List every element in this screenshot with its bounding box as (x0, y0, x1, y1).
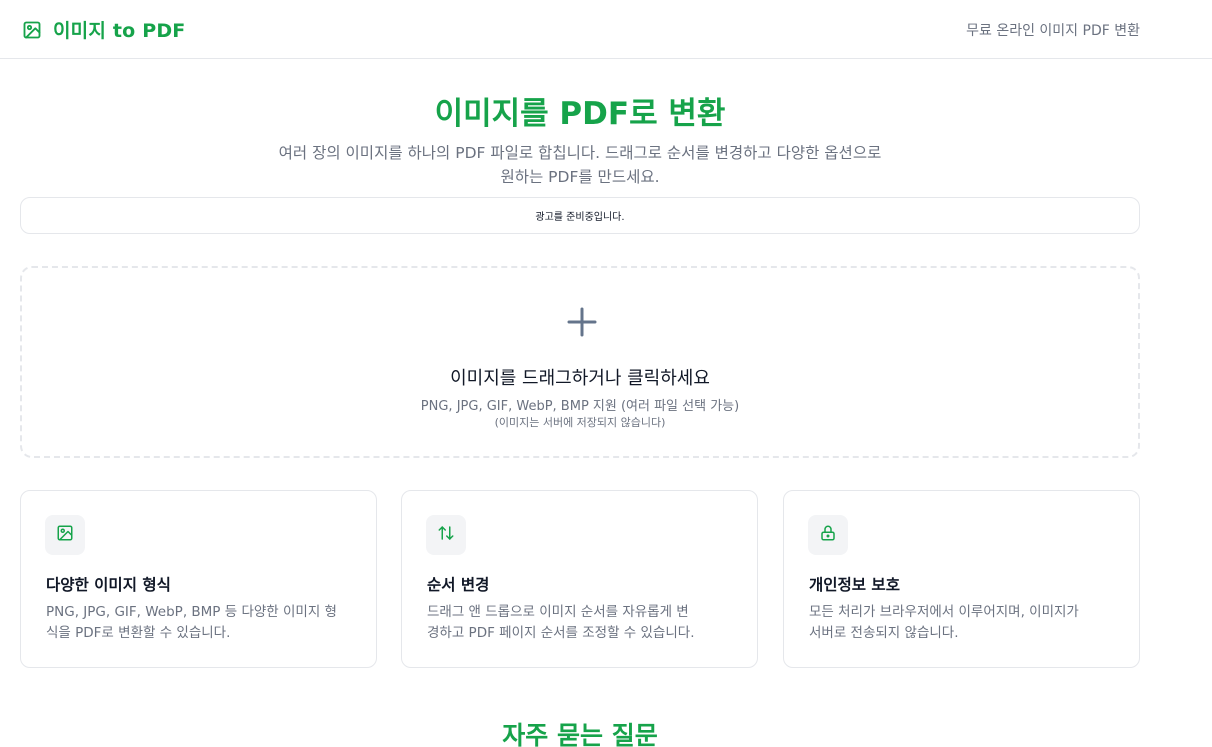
feature-card-formats: 다양한 이미지 형식 PNG, JPG, GIF, WebP, BMP 등 다양… (20, 490, 377, 668)
page-title: 이미지를 PDF로 변환 (434, 96, 726, 132)
feature-description-line: 모든 처리가 브라우저에서 이루어지며, 이미지가 (809, 604, 1079, 620)
feature-icon-badge (45, 515, 85, 555)
feature-title: 순서 변경 (427, 576, 490, 594)
dropzone-title: 이미지를 드래그하거나 클릭하세요 (450, 368, 710, 389)
feature-card-privacy: 개인정보 보호 모든 처리가 브라우저에서 이루어지며, 이미지가 서버로 전송… (783, 490, 1140, 668)
lock-icon (819, 524, 837, 546)
dropzone-note: (이미지는 서버에 저장되지 않습니다) (494, 416, 666, 429)
feature-title: 개인정보 보호 (809, 576, 900, 594)
feature-description-line: 경하고 PDF 페이지 순서를 조정할 수 있습니다. (427, 625, 695, 641)
site-header: 이미지 to PDF 무료 온라인 이미지 PDF 변환 (0, 0, 1212, 59)
page-description: 여러 장의 이미지를 하나의 PDF 파일로 합칩니다. 드래그로 순서를 변경… (230, 141, 930, 189)
header-tagline: 무료 온라인 이미지 PDF 변환 (966, 23, 1140, 39)
feature-description: PNG, JPG, GIF, WebP, BMP 등 다양한 이미지 형 식을 … (46, 602, 356, 644)
image-dropzone[interactable]: 이미지를 드래그하거나 클릭하세요 PNG, JPG, GIF, WebP, B… (20, 266, 1140, 458)
feature-card-reorder: 순서 변경 드래그 앤 드롭으로 이미지 순서를 자유롭게 변 경하고 PDF … (401, 490, 758, 668)
ad-text: 광고를 준비중입니다. (535, 212, 625, 223)
feature-title: 다양한 이미지 형식 (46, 576, 171, 594)
logo-link[interactable]: 이미지 to PDF (21, 16, 185, 43)
feature-icon-badge (426, 515, 466, 555)
faq-heading: 자주 묻는 질문 (502, 721, 658, 747)
swap-arrows-icon (437, 524, 455, 546)
image-icon (56, 524, 74, 546)
feature-description-line: 서버로 전송되지 않습니다. (809, 625, 959, 641)
feature-description-line: 식을 PDF로 변환할 수 있습니다. (46, 625, 231, 641)
dropzone-formats: PNG, JPG, GIF, WebP, BMP 지원 (여러 파일 선택 가능… (420, 399, 740, 414)
feature-description: 모든 처리가 브라우저에서 이루어지며, 이미지가 서버로 전송되지 않습니다. (809, 602, 1119, 644)
image-icon (21, 19, 43, 41)
description-line: 여러 장의 이미지를 하나의 PDF 파일로 합칩니다. 드래그로 순서를 변경… (278, 144, 882, 162)
logo-text: 이미지 to PDF (53, 20, 186, 42)
feature-description-line: PNG, JPG, GIF, WebP, BMP 등 다양한 이미지 형 (46, 604, 337, 620)
feature-description: 드래그 앤 드롭으로 이미지 순서를 자유롭게 변 경하고 PDF 페이지 순서… (427, 602, 737, 644)
description-line: 원하는 PDF를 만드세요. (500, 168, 660, 186)
feature-description-line: 드래그 앤 드롭으로 이미지 순서를 자유롭게 변 (427, 604, 689, 620)
ad-placeholder: 광고를 준비중입니다. (20, 197, 1140, 234)
feature-icon-badge (808, 515, 848, 555)
plus-icon (566, 306, 598, 338)
